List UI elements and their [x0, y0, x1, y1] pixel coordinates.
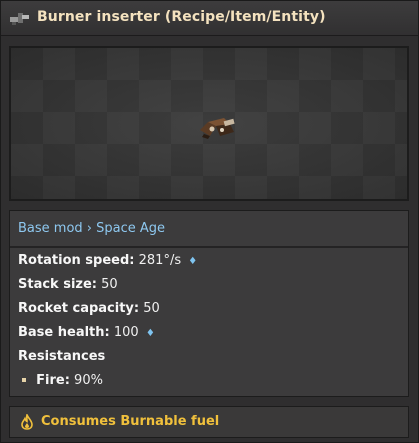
title-bar: Burner inserter (Recipe/Item/Entity) — [1, 1, 418, 36]
fuel-requirement-text: Consumes Burnable fuel — [41, 414, 220, 429]
burner-inserter-icon — [10, 13, 29, 25]
rocket-capacity-value: 50 — [143, 301, 160, 316]
rotation-speed-row: Rotation speed: 281°/s ♦ — [18, 253, 197, 268]
window-title: Burner inserter (Recipe/Item/Entity) — [37, 9, 326, 25]
fire-resistance-value: 90% — [74, 373, 103, 388]
rotation-speed-label: Rotation speed: — [18, 253, 135, 268]
rocket-capacity-label: Rocket capacity: — [18, 301, 140, 316]
rotation-speed-value: 281°/s — [138, 253, 182, 268]
fire-resistance-label: Fire: — [36, 373, 70, 388]
rocket-capacity-row: Rocket capacity: 50 — [18, 301, 160, 316]
mod-source: Base mod › Space Age — [18, 221, 166, 236]
quality-diamond-icon: ♦ — [145, 328, 155, 339]
stack-size-value: 50 — [101, 277, 118, 292]
fuel-panel: Consumes Burnable fuel — [9, 406, 409, 438]
stack-size-row: Stack size: 50 — [18, 277, 118, 292]
base-health-value: 100 — [113, 325, 139, 340]
base-health-row: Base health: 100 ♦ — [18, 325, 155, 340]
tooltip-window: Burner inserter (Recipe/Item/Entity) Bas… — [0, 0, 419, 443]
resistances-label: Resistances — [18, 349, 106, 364]
flame-icon — [21, 414, 33, 430]
quality-diamond-icon: ♦ — [188, 256, 198, 267]
base-health-label: Base health: — [18, 325, 110, 340]
entity-preview — [9, 46, 409, 201]
stack-size-label: Stack size: — [18, 277, 98, 292]
info-panel: Base mod › Space Age Rotation speed: 281… — [9, 210, 409, 397]
divider — [10, 246, 408, 248]
bullet-icon — [22, 377, 26, 382]
burner-inserter-sprite — [200, 118, 235, 139]
resistances-heading: Resistances — [18, 349, 105, 364]
fire-resistance-row: Fire: 90% — [18, 373, 103, 388]
